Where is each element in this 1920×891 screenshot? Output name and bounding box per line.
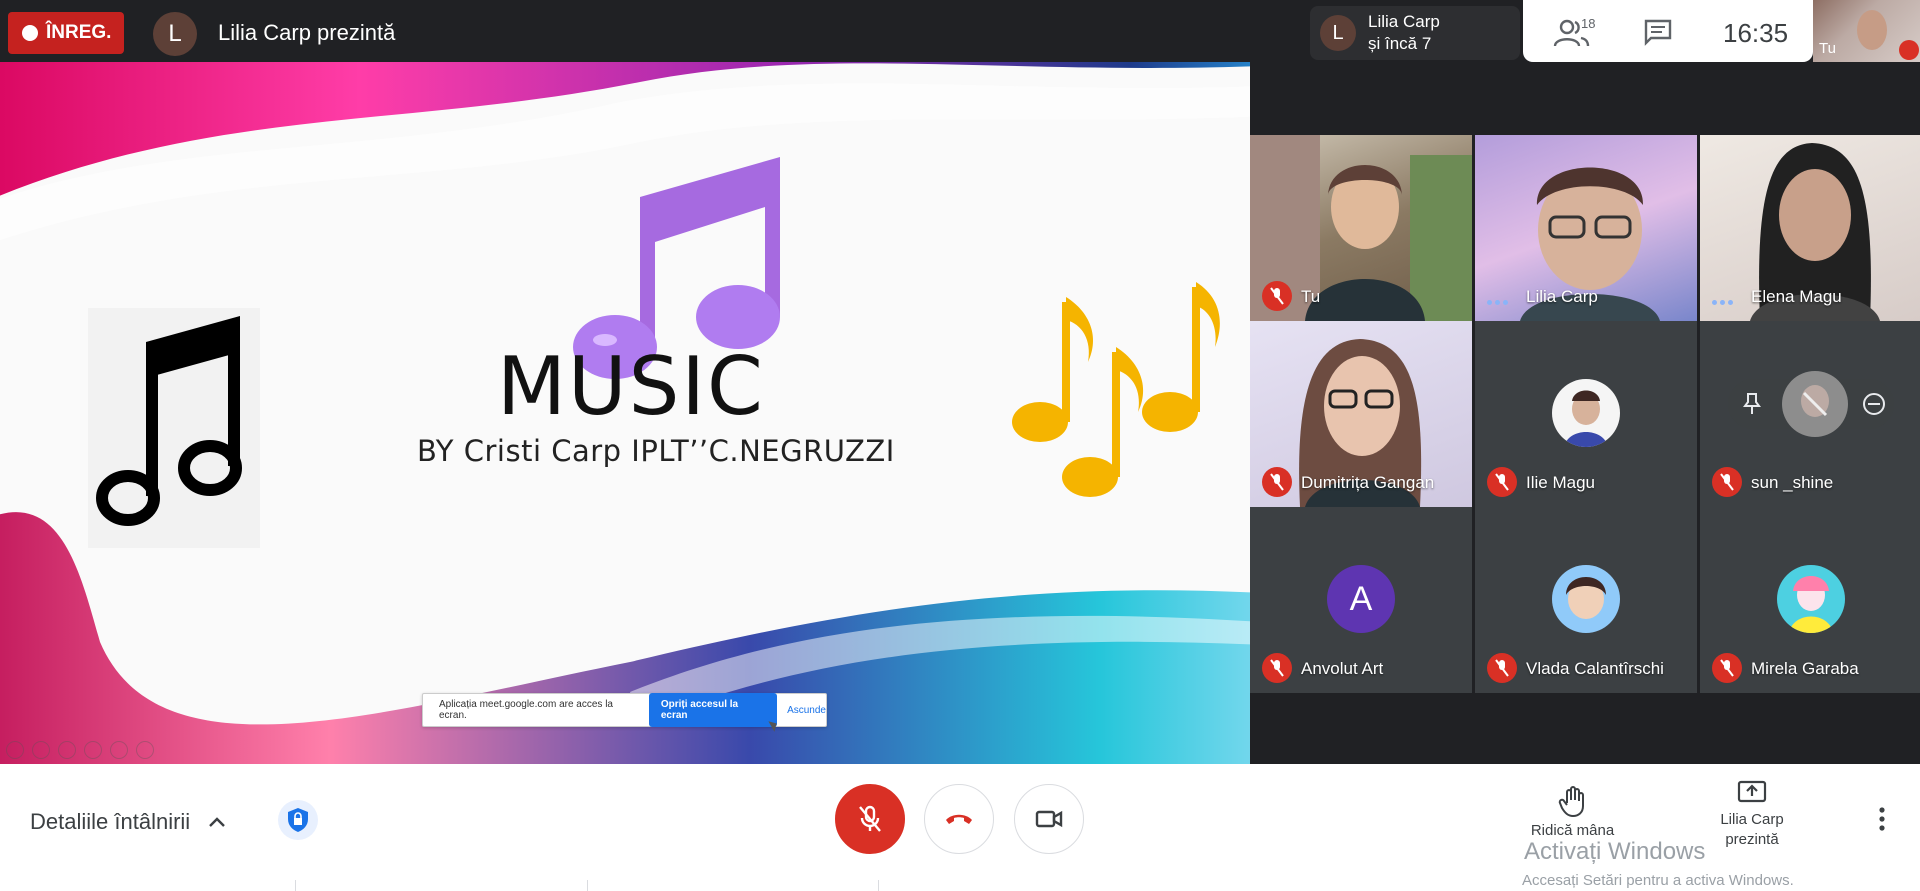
remove-icon[interactable] (1862, 392, 1886, 416)
record-dot-icon (22, 25, 38, 41)
zoom-icon[interactable] (110, 741, 128, 759)
screen-share-notice: Aplicația meet.google.com are acces la e… (422, 693, 827, 727)
participant-name: Anvolut Art (1301, 659, 1384, 678)
raise-hand-button[interactable]: Ridică mâna (1520, 786, 1625, 839)
camera-toggle-button[interactable] (1014, 784, 1084, 854)
clock: 16:35 (1723, 18, 1789, 48)
meeting-details-label: Detaliile întâlnirii (30, 809, 191, 834)
participant-tile[interactable]: Mirela Garaba (1700, 507, 1920, 693)
raise-hand-label: Ridică mâna (1530, 822, 1615, 839)
participant-tile[interactable]: A Anvolut Art (1250, 507, 1472, 693)
yellow-notes-image (1010, 282, 1220, 502)
hang-up-icon (946, 814, 972, 824)
slides-icon[interactable] (84, 741, 102, 759)
participant-name: Elena Magu (1751, 287, 1842, 306)
pen-icon[interactable] (58, 741, 76, 759)
self-view-thumbnail[interactable]: Tu (1813, 0, 1920, 62)
slide-title: MUSIC (497, 340, 765, 433)
mic-off-icon (1262, 281, 1292, 311)
participant-tile[interactable]: Elena Magu (1700, 135, 1920, 321)
avatar (1552, 565, 1620, 633)
more-vert-icon[interactable] (1874, 804, 1890, 834)
camera-icon (1035, 810, 1063, 828)
mic-off-icon (1487, 467, 1517, 497)
divider (295, 880, 296, 891)
participant-name: Lilia Carp (1526, 287, 1598, 306)
avatar (1777, 565, 1845, 633)
tile-hover-controls (1728, 371, 1894, 437)
participant-name: Tu (1301, 287, 1321, 306)
chevron-up-icon (209, 817, 226, 827)
participant-tile[interactable]: Tu (1250, 135, 1472, 321)
other-participants-box[interactable]: L Lilia Carp și încă 7 (1310, 6, 1520, 60)
participant-tile[interactable]: Ilie Magu (1475, 321, 1697, 507)
participant-name: sun _shine (1751, 473, 1834, 492)
next-slide-icon[interactable] (32, 741, 50, 759)
slide-toolbar[interactable] (6, 741, 154, 759)
top-controls: 18 16:35 (1523, 0, 1813, 62)
avatar (1552, 379, 1620, 447)
divider (878, 880, 879, 891)
participant-tile[interactable]: Lilia Carp (1475, 135, 1697, 321)
people-icon[interactable] (1553, 16, 1603, 50)
host-controls-button[interactable] (278, 800, 318, 840)
speaking-indicator-icon (1487, 300, 1508, 305)
mic-off-icon (1712, 467, 1742, 497)
slide-subtitle: BY Cristi Carp IPLT’’C.NEGRUZZI (417, 434, 895, 468)
mic-off-icon (1487, 653, 1517, 683)
leave-call-button[interactable] (924, 784, 994, 854)
recording-badge[interactable]: ÎNREG. (8, 12, 124, 54)
people-count: 18 (1581, 16, 1596, 31)
meet-window: ÎNREG. L Lilia Carp prezintă L Lilia Car… (0, 0, 1920, 891)
hide-notice-link[interactable]: Ascunde (787, 705, 826, 716)
mic-off-icon (1899, 40, 1919, 60)
black-note-image (88, 308, 260, 548)
others-name: Lilia Carp (1368, 12, 1440, 31)
participant-tile[interactable]: sun _shine (1700, 321, 1920, 507)
participant-tile[interactable]: Dumitrița Gangan (1250, 321, 1472, 507)
others-avatar: L (1320, 15, 1356, 51)
recording-label: ÎNREG. (46, 22, 112, 43)
stop-sharing-button[interactable]: Opriți accesul la ecran (648, 693, 778, 727)
others-count: și încă 7 (1368, 34, 1432, 53)
windows-activation-subtitle: Accesați Setări pentru a activa Windows. (1522, 872, 1794, 889)
participant-tile[interactable]: Vlada Calantîrschi (1475, 507, 1697, 693)
top-bar: ÎNREG. L Lilia Carp prezintă L Lilia Car… (0, 0, 1920, 62)
present-screen-icon (1737, 780, 1767, 803)
avatar: A (1327, 565, 1395, 633)
avatar (1782, 371, 1848, 437)
participant-name: Dumitrița Gangan (1301, 473, 1435, 492)
participant-name: Vlada Calantîrschi (1526, 659, 1664, 678)
hand-icon (1558, 786, 1584, 818)
present-label-line2: prezintă (1725, 831, 1779, 848)
self-video (1857, 10, 1887, 50)
self-label: Tu (1819, 40, 1836, 57)
bottom-bar: Detaliile întâlnirii Ridică mâna Lilia C… (0, 764, 1920, 891)
mic-off-icon (859, 805, 881, 832)
present-label-line1: Lilia Carp (1720, 811, 1784, 828)
mic-off-icon (1262, 467, 1292, 497)
chat-icon[interactable] (1643, 18, 1673, 46)
mic-off-icon (1262, 653, 1292, 683)
present-button[interactable]: Lilia Carp prezintă (1700, 780, 1804, 850)
presenter-avatar: L (153, 12, 197, 56)
pin-icon[interactable] (1742, 392, 1762, 416)
participant-name: Mirela Garaba (1751, 659, 1859, 678)
speaking-indicator-icon (1712, 300, 1733, 305)
microphone-toggle-button[interactable] (835, 784, 905, 854)
share-notice-text: Aplicația meet.google.com are acces la e… (439, 699, 613, 721)
windows-activation-title: Activați Windows (1524, 838, 1706, 865)
divider (587, 880, 588, 891)
shield-lock-icon (288, 808, 308, 832)
more-options-icon[interactable] (136, 741, 154, 759)
presentation-slide: MUSIC BY Cristi Carp IPLT’’C.NEGRUZZI Ap… (0, 62, 1250, 764)
meeting-details-button[interactable]: Detaliile întâlnirii (30, 809, 226, 835)
previous-slide-icon[interactable] (6, 741, 24, 759)
presenter-status: Lilia Carp prezintă (218, 20, 396, 45)
mic-off-icon (1712, 653, 1742, 683)
participant-name: Ilie Magu (1526, 473, 1595, 492)
